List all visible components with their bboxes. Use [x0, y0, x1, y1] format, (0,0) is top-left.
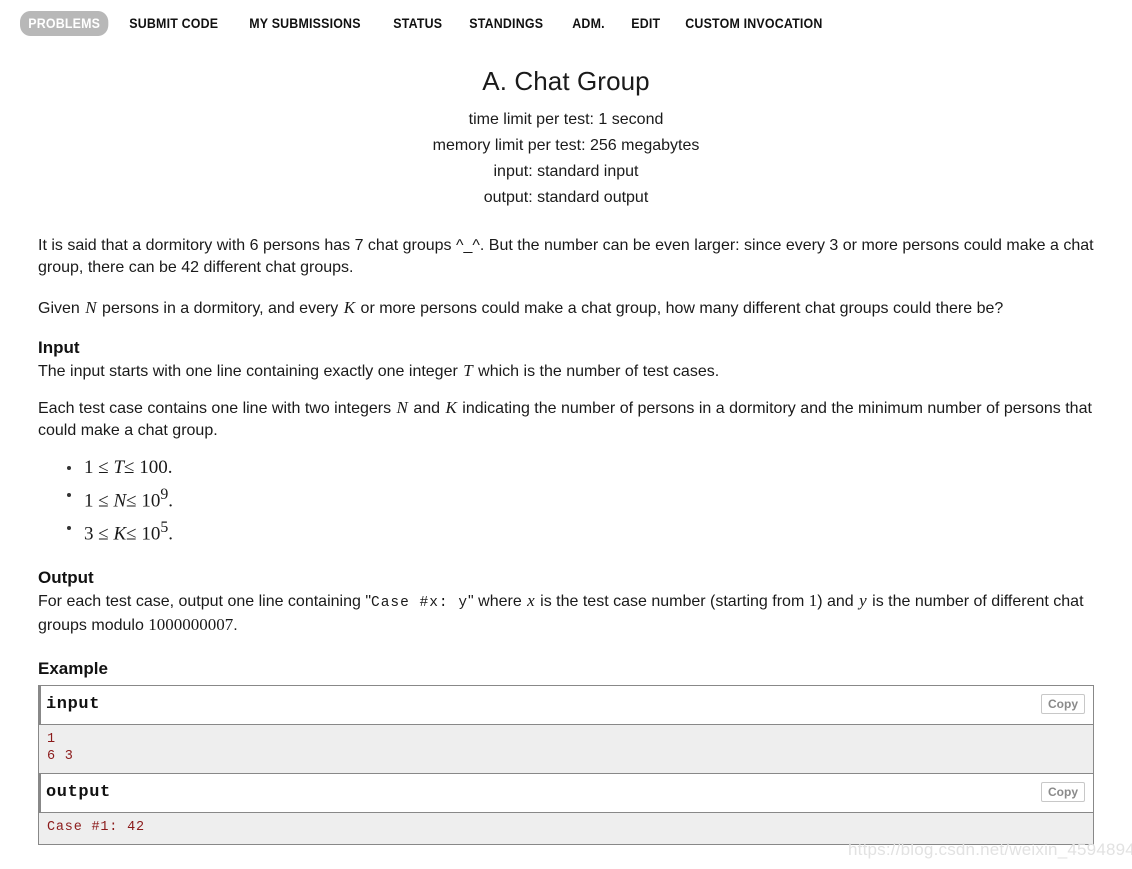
constraint-var: T	[113, 457, 125, 478]
input-spec: input: standard input	[493, 163, 639, 180]
output-format-literal: Case #x: y	[371, 594, 469, 611]
constraint-rel-2: ≤	[126, 523, 137, 545]
constraint-var: N	[113, 490, 127, 512]
math-var-n-2: N	[396, 398, 408, 417]
sample-input-title: input	[46, 695, 101, 715]
math-var-y: y	[859, 590, 867, 610]
output-spec: output: standard output	[483, 189, 649, 206]
constraint-low: 1	[84, 490, 94, 512]
output-section-heading: Output	[38, 567, 94, 587]
constraint-tail: .	[167, 457, 173, 478]
sample-input-text: 1 6 3	[47, 731, 74, 764]
watermark: https://blog.csdn.net/weixin_45948940	[848, 840, 1132, 859]
output-text-a: For each test case, output one line cont…	[38, 592, 371, 610]
constraint-item: 1 ≤ N≤ 109.	[67, 483, 1102, 516]
problem-limits: time limit per test: 1 second memory lim…	[30, 107, 1102, 211]
sample-tests-container: input Copy 1 6 3 output Copy Case #1: 42	[38, 684, 1094, 845]
memory-limit: memory limit per test: 256 megabytes	[432, 137, 700, 154]
input-text-1b: which is the number of test cases.	[473, 363, 720, 380]
constraints-list: 1 ≤ T≤ 100. 1 ≤ N≤ 109. 3 ≤ K≤ 105.	[30, 456, 1102, 550]
constraint-low: 3	[84, 523, 94, 545]
constraint-high: 10	[141, 490, 161, 512]
input-text-1a: The input starts with one line containin…	[38, 363, 463, 380]
page-title: A. Chat Group	[482, 66, 650, 96]
constraint-tail: .	[168, 523, 173, 545]
nav-item-my-submissions[interactable]: MY SUBMISSIONS	[241, 11, 369, 36]
statement-text-2b: persons in a dormitory, and every	[97, 300, 343, 317]
copy-input-button[interactable]: Copy	[1041, 693, 1085, 714]
statement-text-2c: or more persons could make a chat group,…	[356, 300, 1004, 317]
copy-output-button[interactable]: Copy	[1041, 781, 1085, 802]
constraint-rel-2: ≤	[126, 490, 137, 512]
math-modulo-value: 1000000007	[148, 614, 234, 634]
constraint-rel-2: ≤	[124, 457, 135, 478]
sample-output-text: Case #1: 42	[47, 819, 145, 835]
time-limit: time limit per test: 1 second	[468, 111, 664, 128]
sample-output-header: output Copy	[39, 773, 1093, 813]
math-var-t: T	[463, 361, 473, 380]
input-text-2a: Each test case contains one line with tw…	[38, 400, 396, 417]
output-text-c: is the test case number (starting from	[535, 592, 809, 610]
nav-item-status[interactable]: STATUS	[385, 11, 451, 36]
constraint-var: K	[113, 523, 127, 545]
constraint-high: 10	[141, 523, 161, 545]
nav-item-problems[interactable]: PROBLEMS	[20, 10, 109, 36]
math-var-k-2: K	[445, 398, 457, 417]
output-text-b: " where	[468, 592, 527, 610]
example-section-heading: Example	[38, 658, 108, 678]
constraint-tail: .	[168, 490, 173, 512]
nav-item-edit[interactable]: EDIT	[623, 11, 669, 36]
constraint-item: 3 ≤ K≤ 105.	[67, 516, 1102, 549]
input-paragraph-2: Each test case contains one line with tw…	[38, 397, 1094, 442]
constraint-item: 1 ≤ T≤ 100.	[67, 456, 1102, 483]
accent-bar	[39, 773, 41, 812]
main-navigation: PROBLEMS SUBMIT CODE MY SUBMISSIONS STAT…	[0, 0, 1132, 46]
nav-item-custom-invocation[interactable]: CUSTOM INVOCATION	[677, 11, 831, 36]
math-var-k: K	[343, 298, 356, 317]
statement-text-1: It is said that a dormitory with 6 perso…	[38, 237, 1094, 276]
output-text-f: .	[233, 616, 238, 634]
sample-output-data: Case #1: 42	[39, 812, 1093, 844]
output-text-d: ) and	[817, 592, 859, 610]
input-paragraph-1: The input starts with one line containin…	[38, 360, 1094, 383]
constraint-rel-1: ≤	[98, 457, 109, 478]
statement-paragraph-2: Given N persons in a dormitory, and ever…	[38, 297, 1094, 320]
sample-output-title: output	[46, 783, 111, 803]
math-num-one: 1	[808, 590, 818, 610]
statement-text-2a: Given	[38, 300, 85, 317]
constraint-rel-1: ≤	[98, 523, 109, 545]
statement-paragraph-1: It is said that a dormitory with 6 perso…	[38, 235, 1094, 279]
problem-content: A. Chat Group time limit per test: 1 sec…	[0, 46, 1132, 845]
constraint-low: 1	[84, 457, 94, 478]
nav-item-submit-code[interactable]: SUBMIT CODE	[121, 11, 227, 36]
math-var-x: x	[527, 590, 535, 610]
constraint-high: 100	[139, 457, 168, 478]
accent-bar	[39, 685, 41, 724]
constraint-rel-1: ≤	[98, 490, 109, 512]
math-var-n: N	[85, 298, 97, 317]
input-section-heading: Input	[38, 338, 80, 357]
sample-input-data: 1 6 3	[39, 724, 1093, 774]
input-text-2b: and	[408, 400, 445, 417]
sample-input-header: input Copy	[39, 685, 1093, 725]
nav-item-standings[interactable]: STANDINGS	[461, 11, 551, 36]
output-paragraph-1: For each test case, output one line cont…	[38, 590, 1094, 637]
nav-item-adm[interactable]: ADM.	[564, 11, 613, 36]
